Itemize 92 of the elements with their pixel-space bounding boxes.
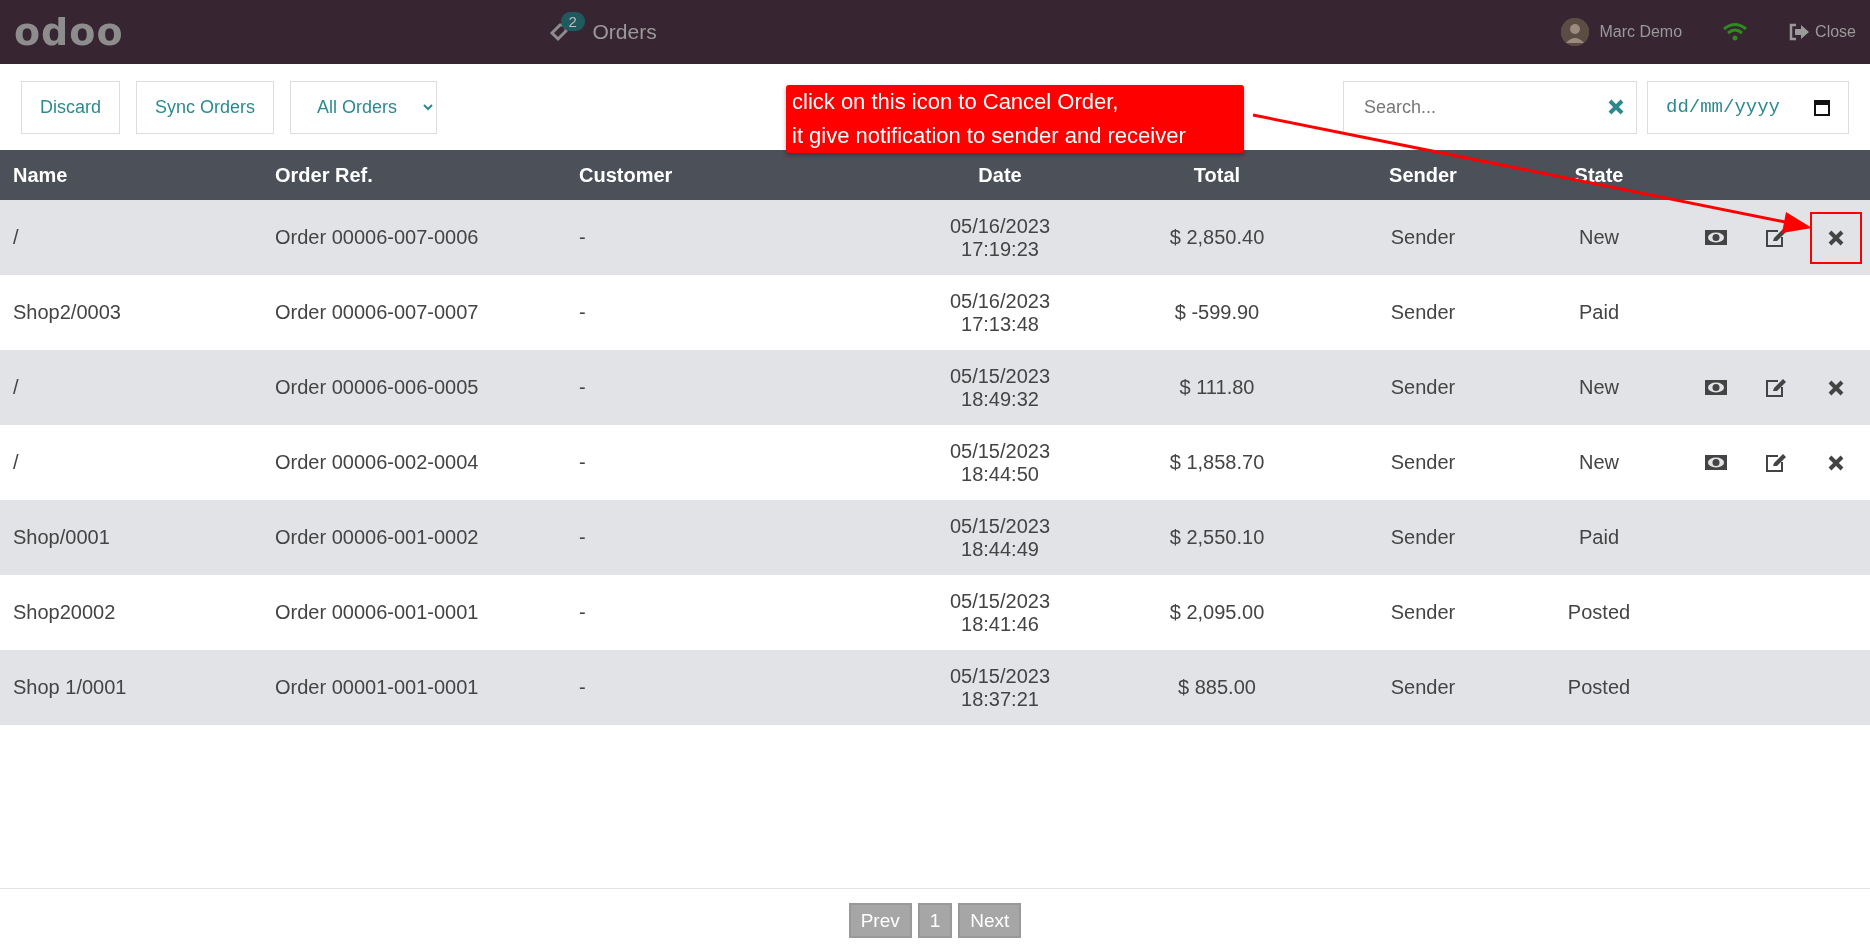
annotation-callout: click on this icon to Cancel Order, it give notification to sender and receiver bbox=[786, 85, 1244, 153]
table-cell-text: Sender bbox=[1389, 301, 1457, 324]
table-cell-text: Order 00006-006-0005 bbox=[274, 376, 480, 399]
previous-page-button[interactable]: Prev bbox=[848, 903, 912, 938]
close-button[interactable]: Close bbox=[1788, 23, 1856, 41]
table-cell-text: / bbox=[12, 376, 20, 399]
column-header: Name bbox=[12, 163, 69, 187]
order-date: 05/16/2023 bbox=[949, 214, 1051, 238]
edit-icon bbox=[1765, 227, 1787, 248]
table-cell-text: Order 00006-001-0001 bbox=[274, 601, 480, 624]
order-time: 17:19:23 bbox=[961, 237, 1039, 261]
table-cell-text: Order 00006-007-0007 bbox=[274, 301, 480, 324]
date-field[interactable]: dd/mm/yyyy bbox=[1647, 80, 1849, 134]
table-cell-text: - bbox=[578, 451, 587, 474]
table-cell-text: - bbox=[578, 676, 587, 699]
cancel-icon bbox=[1828, 454, 1844, 471]
order-time: 18:44:49 bbox=[961, 537, 1039, 561]
table-cell-text: $ 2,850.40 bbox=[1168, 226, 1266, 249]
table-cell-text: - bbox=[578, 601, 587, 624]
table-cell-text: - bbox=[578, 376, 587, 399]
table-cell-text: / bbox=[12, 451, 20, 474]
edit-icon bbox=[1765, 452, 1787, 473]
column-header: Date bbox=[977, 163, 1023, 187]
toolbar-button[interactable]: Discard bbox=[21, 80, 120, 134]
table-cell-text: $ 111.80 bbox=[1178, 376, 1256, 399]
table-cell-text: Shop/0001 bbox=[12, 526, 111, 549]
exit-icon bbox=[1788, 23, 1811, 41]
table-cell-text: New bbox=[1578, 226, 1620, 249]
user-name[interactable]: Marc Demo bbox=[1599, 23, 1683, 41]
order-time: 18:41:46 bbox=[961, 612, 1039, 636]
order-date: 05/15/2023 bbox=[949, 364, 1051, 388]
order-time: 18:37:21 bbox=[961, 687, 1039, 711]
clear-icon[interactable] bbox=[1607, 97, 1625, 116]
table-cell-text: Sender bbox=[1389, 226, 1457, 249]
table-cell-text: Sender bbox=[1389, 376, 1457, 399]
table-cell-text: $ 885.00 bbox=[1177, 676, 1257, 699]
table-cell-text: Shop20002 bbox=[12, 601, 117, 624]
table-cell-text: Order 00001-001-0001 bbox=[274, 676, 480, 699]
order-time: 17:13:48 bbox=[961, 312, 1039, 336]
order-date: 05/15/2023 bbox=[949, 439, 1051, 463]
column-header: Total bbox=[1192, 163, 1242, 187]
toolbar-button[interactable]: Sync Orders bbox=[136, 80, 275, 134]
table-cell-text: Sender bbox=[1389, 601, 1457, 624]
table-cell-text: New bbox=[1578, 376, 1620, 399]
odoo-logo: odoo bbox=[14, 10, 124, 54]
table-cell-text: $ -599.90 bbox=[1173, 301, 1261, 324]
table-cell-text: Posted bbox=[1566, 601, 1632, 624]
table-cell-text: Shop2/0003 bbox=[12, 301, 122, 324]
banknote-icon bbox=[1705, 380, 1727, 395]
table-cell-text: Paid bbox=[1578, 526, 1620, 549]
table-cell-text: $ 2,550.10 bbox=[1168, 526, 1266, 549]
table-cell-text: Sender bbox=[1389, 451, 1457, 474]
next-page-button[interactable]: Next bbox=[958, 903, 1022, 938]
order-time: 18:49:32 bbox=[961, 387, 1039, 411]
table-cell-text: Sender bbox=[1389, 526, 1457, 549]
edit-icon bbox=[1765, 377, 1787, 398]
order-date: 05/15/2023 bbox=[949, 514, 1051, 538]
order-time: 18:44:50 bbox=[961, 462, 1039, 486]
table-cell-text: $ 1,858.70 bbox=[1168, 451, 1266, 474]
cancel-icon bbox=[1828, 229, 1844, 246]
table-cell-text: Order 00006-002-0004 bbox=[274, 451, 480, 474]
tag-icon bbox=[548, 21, 571, 43]
order-date: 05/15/2023 bbox=[949, 589, 1051, 613]
avatar-icon bbox=[1561, 18, 1590, 46]
banknote-icon bbox=[1705, 455, 1727, 470]
column-header: Customer bbox=[578, 163, 674, 187]
order-count-badge: 2 bbox=[560, 12, 585, 31]
calendar-icon[interactable] bbox=[1814, 98, 1830, 116]
table-cell-text: Paid bbox=[1578, 301, 1620, 324]
table-cell-text: Shop 1/0001 bbox=[12, 676, 128, 699]
cancel-icon bbox=[1828, 379, 1844, 396]
banknote-icon bbox=[1705, 230, 1727, 245]
table-cell-text: $ 2,095.00 bbox=[1168, 601, 1266, 624]
table-cell-text: / bbox=[12, 226, 20, 249]
page-number-button[interactable]: 1 bbox=[917, 903, 953, 938]
wifi-icon bbox=[1722, 22, 1749, 42]
column-header: Sender bbox=[1388, 163, 1458, 187]
table-cell-text: - bbox=[578, 301, 587, 324]
table-cell-text: - bbox=[578, 226, 587, 249]
orders-label[interactable]: Orders bbox=[592, 20, 657, 44]
table-cell-text: New bbox=[1578, 451, 1620, 474]
order-date: 05/15/2023 bbox=[949, 664, 1051, 688]
column-header: Order Ref. bbox=[274, 163, 374, 187]
table-cell-text: Order 00006-007-0006 bbox=[274, 226, 480, 249]
order-filter-dropdown[interactable]: All Orders bbox=[290, 80, 438, 134]
cancel-button[interactable] bbox=[1810, 211, 1862, 264]
table-cell-text: Posted bbox=[1566, 676, 1632, 699]
search-field[interactable]: Search... bbox=[1343, 80, 1637, 134]
table-cell-text: - bbox=[578, 526, 587, 549]
table-cell-text: Sender bbox=[1389, 676, 1457, 699]
table-cell-text: Order 00006-001-0002 bbox=[274, 526, 480, 549]
order-date: 05/16/2023 bbox=[949, 289, 1051, 313]
